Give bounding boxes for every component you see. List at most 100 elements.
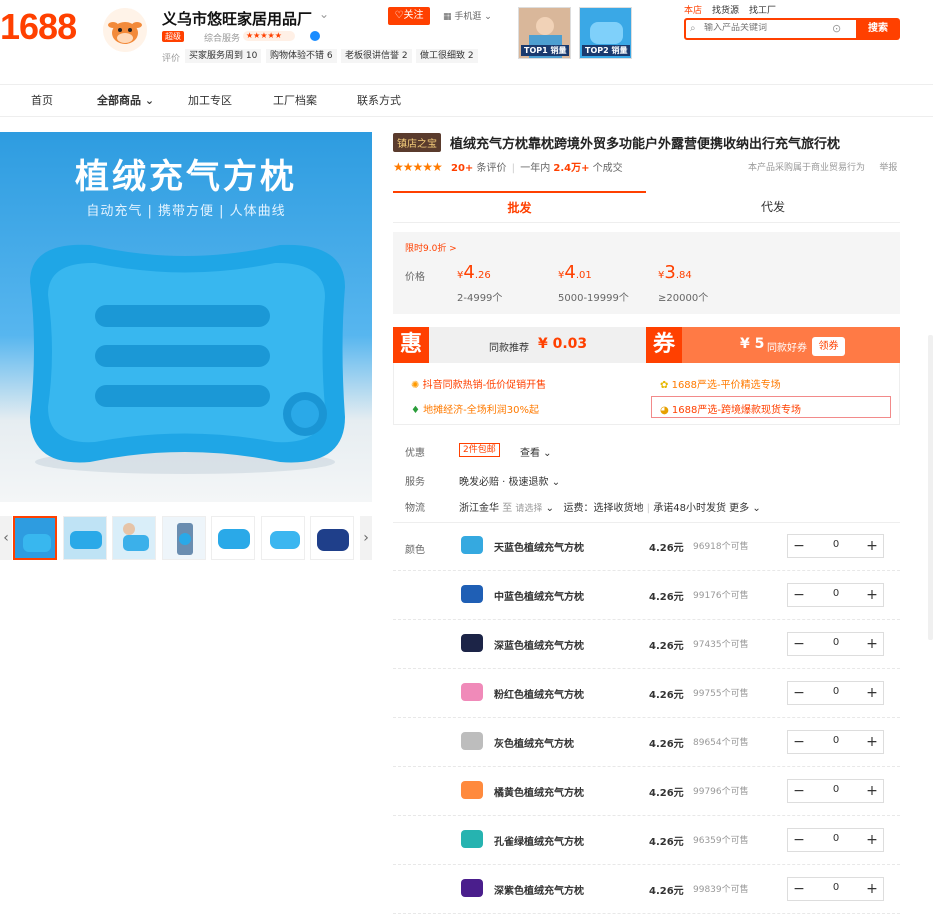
leaf-icon: ♦ — [411, 405, 420, 416]
nav-processing[interactable]: 加工专区 — [188, 92, 232, 108]
decrement-button[interactable]: − — [788, 780, 810, 802]
increment-button[interactable]: + — [861, 829, 883, 851]
camera-icon[interactable]: ⊙ — [832, 22, 841, 35]
tab-find-source[interactable]: 找货源 — [712, 6, 739, 16]
sku-swatch[interactable] — [461, 781, 483, 799]
sku-name: 中蓝色植绒充气方枕 — [494, 592, 584, 603]
rating-label: 评价 — [162, 54, 181, 64]
sku-row: 橘黄色植绒充气方枕 4.26元 99796个可售 −0 + — [393, 767, 900, 816]
sku-price: 4.26元 — [649, 690, 684, 701]
quantity-input[interactable]: 0 — [818, 735, 854, 746]
quantity-input[interactable]: 0 — [818, 882, 854, 893]
promo-item[interactable]: ✿ 1688严选-平价精选专场 — [660, 376, 781, 391]
composite-service-label: 综合服务 — [204, 34, 241, 44]
flower-icon: ✿ — [660, 380, 669, 391]
nav-factory-profile[interactable]: 工厂档案 — [273, 92, 317, 108]
image-subtitle: 自动充气 | 携带方便 | 人体曲线 — [86, 204, 286, 219]
sku-price: 4.26元 — [649, 788, 684, 799]
sku-swatch[interactable] — [461, 683, 483, 701]
promo-item[interactable]: ◕ 1688严选-跨境爆款现货专场 — [660, 401, 801, 416]
thumbnail-3[interactable] — [112, 516, 156, 560]
increment-button[interactable]: + — [861, 731, 883, 753]
similar-recommend-label: 同款推荐 — [489, 343, 529, 354]
main-product-image[interactable]: 植绒充气方枕 自动充气 | 携带方便 | 人体曲线 — [0, 132, 372, 502]
quantity-input[interactable]: 0 — [818, 539, 854, 550]
nav-home[interactable]: 首页 — [31, 92, 53, 108]
discount-more[interactable]: 查看 ⌄ — [520, 444, 552, 459]
logistics-more[interactable]: 更多 — [729, 503, 749, 514]
review-tag: 做工很细致 2 — [416, 49, 478, 63]
shop-name[interactable]: 义乌市悠旺家居用品厂 — [162, 8, 312, 29]
decrement-button[interactable]: − — [788, 682, 810, 704]
decrement-button[interactable]: − — [788, 878, 810, 900]
nav-all-products[interactable]: 全部商品 ⌄ — [97, 92, 154, 108]
sku-swatch[interactable] — [461, 536, 483, 554]
tab-dropship[interactable]: 代发 — [646, 191, 900, 223]
thumbnail-5[interactable] — [211, 516, 255, 560]
qr-icon: ▦ — [443, 12, 455, 22]
thumb-next-button[interactable]: › — [360, 516, 372, 560]
thumbnail-7[interactable] — [310, 516, 354, 560]
top-product-2[interactable]: TOP2 销量 — [579, 7, 632, 59]
thumbnail-4[interactable] — [162, 516, 206, 560]
increment-button[interactable]: + — [861, 682, 883, 704]
quantity-input[interactable]: 0 — [818, 588, 854, 599]
tab-this-store[interactable]: 本店 — [684, 6, 702, 16]
decrement-button[interactable]: − — [788, 829, 810, 851]
sku-swatch[interactable] — [461, 830, 483, 848]
sku-swatch[interactable] — [461, 585, 483, 603]
sku-price: 4.26元 — [649, 739, 684, 750]
increment-button[interactable]: + — [861, 633, 883, 655]
sku-stock: 99839个可售 — [693, 885, 749, 895]
site-logo[interactable]: 1688 — [0, 6, 77, 48]
discount-label: 优惠 — [405, 448, 425, 459]
sku-swatch[interactable] — [461, 879, 483, 897]
nav-contact[interactable]: 联系方式 — [357, 92, 401, 108]
shop-avatar[interactable] — [103, 8, 147, 52]
destination-select[interactable]: 请选择 — [515, 504, 542, 514]
sku-swatch[interactable] — [461, 732, 483, 750]
mobile-browse-button[interactable]: ▦ 手机逛 ⌄ — [443, 9, 492, 22]
decrement-button[interactable]: − — [788, 633, 810, 655]
scrollbar[interactable] — [928, 335, 933, 640]
increment-button[interactable]: + — [861, 535, 883, 557]
decrement-button[interactable]: − — [788, 535, 810, 557]
logistics-label: 物流 — [405, 503, 425, 514]
search-input[interactable] — [704, 23, 824, 33]
top-product-1[interactable]: TOP1 销量 — [518, 7, 571, 59]
claim-coupon-button[interactable]: 领券 — [812, 337, 845, 356]
search-button[interactable]: 搜索 — [856, 18, 900, 40]
sku-price: 4.26元 — [649, 543, 684, 554]
quantity-stepper: −0 + — [787, 583, 884, 607]
increment-button[interactable]: + — [861, 584, 883, 606]
service-text[interactable]: 晚发必赔 · 极速退款 ⌄ — [459, 473, 560, 488]
sku-swatch[interactable] — [461, 634, 483, 652]
promo-item[interactable]: ✺ 抖音同款热销-低价促销开售 — [411, 376, 546, 391]
quantity-input[interactable]: 0 — [818, 833, 854, 844]
promo-item[interactable]: ♦ 地摊经济-全场利润30%起 — [411, 401, 539, 416]
thumb-prev-button[interactable]: ‹ — [0, 516, 12, 560]
quantity-input[interactable]: 0 — [818, 686, 854, 697]
review-count[interactable]: 20+ — [451, 163, 473, 174]
quantity-input[interactable]: 0 — [818, 637, 854, 648]
review-tag: 买家服务周到 10 — [185, 49, 262, 63]
thumbnail-2[interactable] — [63, 516, 107, 560]
quantity-input[interactable]: 0 — [818, 784, 854, 795]
follow-button[interactable]: ♡关注 — [388, 7, 430, 25]
increment-button[interactable]: + — [861, 878, 883, 900]
decrement-button[interactable]: − — [788, 731, 810, 753]
discount-tag[interactable]: 限时9.0折 > — [405, 241, 457, 254]
tab-wholesale[interactable]: 批发 — [393, 191, 646, 223]
decrement-button[interactable]: − — [788, 584, 810, 606]
chevron-down-icon: ⌄ — [144, 94, 155, 107]
sku-name: 孔雀绿植绒充气方枕 — [494, 837, 584, 848]
chevron-down-icon[interactable]: ⌄ — [319, 7, 329, 21]
increment-button[interactable]: + — [861, 780, 883, 802]
thumbnail-6[interactable] — [261, 516, 305, 560]
tab-find-factory[interactable]: 找工厂 — [749, 6, 776, 16]
report-link[interactable]: 举报 — [879, 163, 897, 173]
quantity-stepper: −0 + — [787, 828, 884, 852]
coupon-label: 同款好券 — [767, 343, 807, 354]
thumbnail-1[interactable] — [13, 516, 57, 560]
sku-stock: 99796个可售 — [693, 787, 749, 797]
